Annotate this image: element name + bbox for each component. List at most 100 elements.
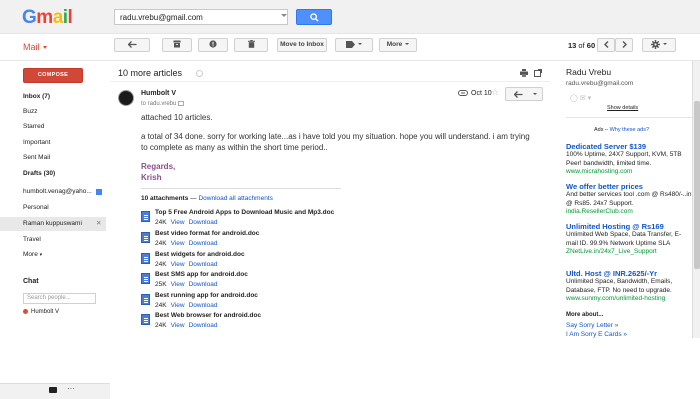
- attachment-size: 24K: [155, 322, 167, 329]
- close-icon[interactable]: ✕: [96, 217, 101, 231]
- message-count: 13 of 60: [568, 41, 595, 50]
- search-button[interactable]: [296, 9, 332, 25]
- ad-title[interactable]: Unlimited Hosting @ Rs169: [566, 222, 692, 231]
- chat-search-input[interactable]: Search people...: [23, 293, 96, 304]
- sidebar-item-important[interactable]: Important: [0, 136, 106, 150]
- sender-name[interactable]: Humbolt V: [141, 90, 176, 97]
- ad-title[interactable]: Ultd. Host @ INR.2625/-Yr: [566, 269, 692, 278]
- search-input[interactable]: radu.vrebu@gmail.com: [114, 9, 288, 25]
- new-window-icon[interactable]: [534, 69, 542, 77]
- recipient-text: to radu.vrebu: [141, 101, 177, 108]
- reply-button[interactable]: [505, 87, 543, 101]
- attachment-size: 24K: [155, 240, 167, 247]
- why-ads-link[interactable]: Why these ads?: [610, 127, 649, 133]
- subject-divider: [110, 81, 550, 82]
- sidebar-item-travel[interactable]: Travel: [0, 233, 106, 247]
- more-icon[interactable]: ▾: [588, 95, 592, 102]
- sidebar-item-starred[interactable]: Starred: [0, 120, 106, 134]
- sidebar-item-more[interactable]: More ▾: [0, 248, 106, 262]
- more-actions-button[interactable]: More: [379, 38, 417, 52]
- move-to-inbox-button[interactable]: Move to Inbox: [277, 38, 327, 52]
- sidebar-item-humbolt[interactable]: humbolt.venag@yaho...: [0, 185, 106, 199]
- more-options-icon[interactable]: ···: [67, 384, 75, 393]
- ad-url[interactable]: www.micrahosting.com: [566, 168, 692, 175]
- sidebar-item-buzz[interactable]: Buzz: [0, 105, 106, 119]
- attachment-item: Best running app for android.doc 24K View…: [141, 292, 401, 312]
- email-icon[interactable]: ✉: [580, 95, 586, 102]
- download-link[interactable]: Download: [189, 240, 218, 247]
- sidebar-item-raman[interactable]: Raman kuppuswami ✕: [0, 217, 106, 231]
- download-link[interactable]: Download: [189, 219, 218, 226]
- view-link[interactable]: View: [171, 219, 185, 226]
- attachments-divider: [141, 188, 341, 189]
- chevron-down-icon: [663, 43, 667, 46]
- busy-status-icon: [23, 309, 28, 314]
- attachment-icon: [458, 90, 468, 96]
- print-icon[interactable]: [520, 69, 528, 77]
- download-link[interactable]: Download: [189, 281, 218, 288]
- archive-icon: [173, 40, 181, 48]
- view-link[interactable]: View: [171, 261, 185, 268]
- attachment-item: Best video format for android.doc 24K Vie…: [141, 230, 401, 250]
- star-icon[interactable]: ☆: [491, 87, 499, 98]
- view-link[interactable]: View: [171, 302, 185, 309]
- download-all-link[interactable]: Download all attachments: [198, 195, 272, 202]
- chevron-down-icon[interactable]: [533, 93, 537, 95]
- more-about-link[interactable]: I Am Sorry E Cards »: [566, 331, 627, 338]
- ad-url[interactable]: ZNetLive.in/24x7_Live_Support: [566, 248, 692, 255]
- logo-letter: G: [22, 7, 37, 28]
- label-tag-icon: [346, 40, 355, 48]
- view-link[interactable]: View: [171, 281, 185, 288]
- back-arrow-icon: [127, 40, 136, 48]
- chat-bubble-icon[interactable]: [49, 387, 57, 393]
- show-details-icon[interactable]: [178, 101, 185, 106]
- archive-button[interactable]: [162, 38, 192, 52]
- sidebar-item-drafts[interactable]: Drafts (30): [0, 167, 106, 181]
- view-link[interactable]: View: [171, 240, 185, 247]
- attachment-item: Best Web browser for android.doc 24K View…: [141, 312, 401, 332]
- message-body-line: a total of 34 done. sorry for working la…: [141, 132, 530, 141]
- sidebar-item-sent-mail[interactable]: Sent Mail: [0, 151, 106, 165]
- older-button[interactable]: [615, 38, 633, 52]
- attachment-name: Best Web browser for android.doc: [155, 312, 262, 319]
- attachments-count: 10 attachments: [141, 195, 189, 202]
- show-details-link[interactable]: Show details: [607, 105, 638, 111]
- more-about-link[interactable]: Say Sorry Letter »: [566, 322, 618, 329]
- sidebar-item-label: More: [23, 251, 38, 258]
- spam-icon: [209, 40, 217, 48]
- ad-url[interactable]: www.sunmy.com/unlimited-hosting: [566, 295, 692, 302]
- label-color-swatch: [96, 189, 102, 195]
- ad-title[interactable]: Dedicated Server $139: [566, 142, 692, 151]
- chevron-left-icon: [603, 40, 608, 48]
- view-link[interactable]: View: [171, 322, 185, 329]
- settings-button[interactable]: [642, 38, 676, 52]
- doc-file-icon: [141, 273, 150, 284]
- newer-button[interactable]: [597, 38, 615, 52]
- logo-letter: a: [52, 7, 64, 28]
- search-options-caret-icon[interactable]: [281, 14, 287, 17]
- gmail-logo[interactable]: Gmail: [22, 7, 73, 29]
- mail-menu[interactable]: Mail: [23, 42, 47, 52]
- importance-marker-icon[interactable]: [196, 70, 203, 77]
- attachment-name: Top 5 Free Android Apps to Download Musi…: [155, 209, 335, 216]
- sidebar-item-inbox[interactable]: Inbox (7): [0, 90, 106, 104]
- message-body-line: attached 10 articles.: [141, 113, 213, 122]
- scrollbar[interactable]: [692, 61, 700, 338]
- report-spam-button[interactable]: [198, 38, 228, 52]
- chat-icon[interactable]: ◯: [570, 95, 578, 102]
- ads-prefix: Ads –: [594, 127, 610, 133]
- chat-user[interactable]: Humbolt V: [23, 309, 59, 315]
- compose-button[interactable]: COMPOSE: [23, 68, 83, 83]
- scrollbar-thumb[interactable]: [694, 101, 700, 269]
- download-link[interactable]: Download: [189, 322, 218, 329]
- labels-button[interactable]: [335, 38, 373, 52]
- delete-button[interactable]: [234, 38, 268, 52]
- download-link[interactable]: Download: [189, 261, 218, 268]
- sidebar-item-personal[interactable]: Personal: [0, 201, 106, 215]
- attachment-name: Best video format for android.doc: [155, 230, 260, 237]
- download-link[interactable]: Download: [189, 302, 218, 309]
- attachment-size: 25K: [155, 281, 167, 288]
- ad-title[interactable]: We offer better prices: [566, 182, 692, 191]
- ad-url[interactable]: india.ResellerClub.com: [566, 208, 692, 215]
- back-button[interactable]: [114, 38, 150, 52]
